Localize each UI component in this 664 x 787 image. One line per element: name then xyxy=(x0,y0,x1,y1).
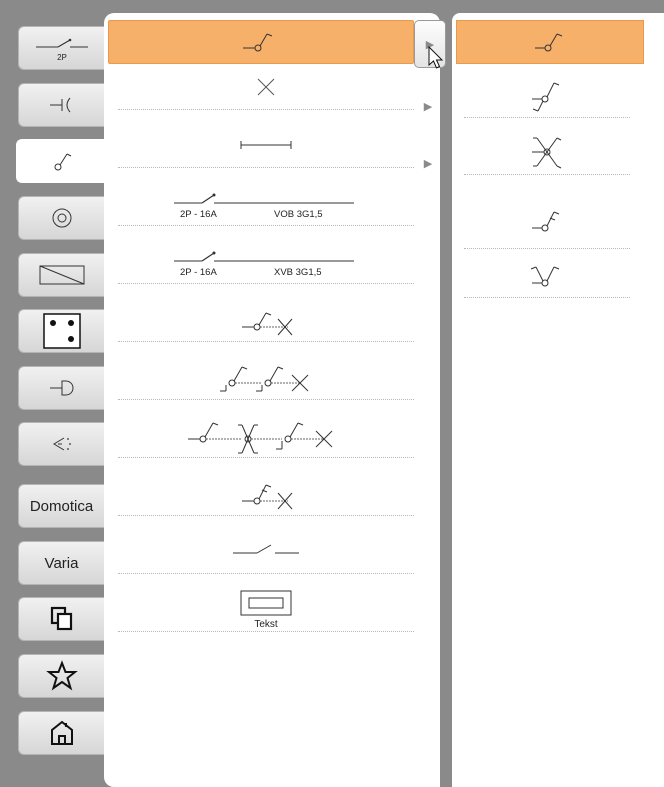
single-pole-switch-icon xyxy=(243,33,273,52)
socket-icon xyxy=(49,97,70,113)
variant-dimmer-switch[interactable] xyxy=(464,191,630,249)
cross-icon xyxy=(257,78,275,96)
circuit-breaker-icon: 2P - 16A XVB 3G1,5 xyxy=(174,251,354,278)
switch-with-lamp-icon xyxy=(242,312,293,336)
list-item-line[interactable] xyxy=(118,123,414,168)
three-switches-lamp-icon xyxy=(188,422,333,454)
open-contact-icon xyxy=(233,544,299,554)
expand-arrow-icon[interactable]: ▶ xyxy=(422,100,434,113)
line-icon xyxy=(240,141,292,149)
tab-junction-box[interactable] xyxy=(18,309,104,353)
dimmer-switch-icon xyxy=(532,211,560,231)
tab-domotica[interactable]: Domotica xyxy=(18,484,104,528)
variant-two-way-switch[interactable] xyxy=(464,73,630,118)
list-item-text-box[interactable]: Tekst xyxy=(118,587,414,632)
tab-switch-2p[interactable]: 2P xyxy=(18,26,104,70)
list-item-open-contact[interactable] xyxy=(118,529,414,574)
light-point-icon xyxy=(52,208,71,228)
switch-2p-icon: 2P xyxy=(35,38,88,62)
symbol-variants-panel xyxy=(452,13,664,787)
mouse-cursor-icon xyxy=(428,46,444,69)
breaker-cable-label: XVB 3G1,5 xyxy=(274,267,322,278)
dimmer-switch-lamp-icon xyxy=(242,484,293,510)
category-tabs: 2P Domotica Varia xyxy=(0,0,112,787)
push-button-icon xyxy=(49,380,73,396)
tab-copy[interactable] xyxy=(18,597,104,641)
tab-push-button[interactable] xyxy=(18,366,104,410)
breaker-rating-label: 2P - 16A xyxy=(180,267,217,278)
breaker-cable-label: VOB 3G1,5 xyxy=(274,209,323,220)
copy-icon xyxy=(50,606,72,631)
switch-icon xyxy=(54,153,71,171)
list-item-three-switches-lamp[interactable] xyxy=(118,413,414,458)
variant-single-pole-switch[interactable] xyxy=(456,20,644,64)
tab-light-point[interactable] xyxy=(18,196,104,240)
variant-intermediate-switch[interactable] xyxy=(464,130,630,175)
appliance-icon xyxy=(39,265,84,285)
tab-2p-label: 2P xyxy=(57,53,67,62)
tab-socket[interactable] xyxy=(18,83,104,127)
symbol-list-panel: ▶ ▶ 2P - 16A VOB 3G1,5 2P - 16A XVB 3G1,… xyxy=(104,13,440,787)
tab-home[interactable] xyxy=(18,711,104,755)
two-way-switch-icon xyxy=(532,82,560,112)
star-icon xyxy=(45,660,78,691)
detector-icon xyxy=(52,437,71,451)
tab-switch[interactable] xyxy=(16,139,108,183)
two-switches-lamp-icon xyxy=(220,366,309,392)
expand-arrow-icon[interactable]: ▶ xyxy=(422,157,434,170)
list-item-circuit-breaker-vob[interactable]: 2P - 16A VOB 3G1,5 xyxy=(118,181,414,226)
tab-detector[interactable] xyxy=(18,422,104,466)
home-icon xyxy=(50,720,73,745)
text-box-icon xyxy=(240,590,292,615)
text-box-label: Tekst xyxy=(254,618,278,630)
circuit-breaker-icon: 2P - 16A VOB 3G1,5 xyxy=(174,193,354,220)
junction-box-icon xyxy=(42,313,81,349)
list-item-cross[interactable] xyxy=(118,65,414,110)
intermediate-switch-icon xyxy=(532,137,562,169)
tab-domotica-label: Domotica xyxy=(29,497,94,515)
list-item-switch-with-lamp[interactable] xyxy=(118,297,414,342)
variant-double-switch[interactable] xyxy=(464,253,630,298)
list-item-circuit-breaker-xvb[interactable]: 2P - 16A XVB 3G1,5 xyxy=(118,239,414,284)
list-item-two-switches-lamp[interactable] xyxy=(118,355,414,400)
breaker-rating-label: 2P - 16A xyxy=(180,209,217,220)
tab-varia-label: Varia xyxy=(44,554,79,572)
list-item-dimmer-switch-lamp[interactable] xyxy=(118,471,414,516)
tab-appliance[interactable] xyxy=(18,253,104,297)
double-switch-icon xyxy=(530,266,560,287)
tab-favorites[interactable] xyxy=(18,654,104,698)
single-pole-switch-icon xyxy=(535,33,563,52)
tab-varia[interactable]: Varia xyxy=(18,541,104,585)
list-item-single-pole-switch[interactable] xyxy=(108,20,414,64)
